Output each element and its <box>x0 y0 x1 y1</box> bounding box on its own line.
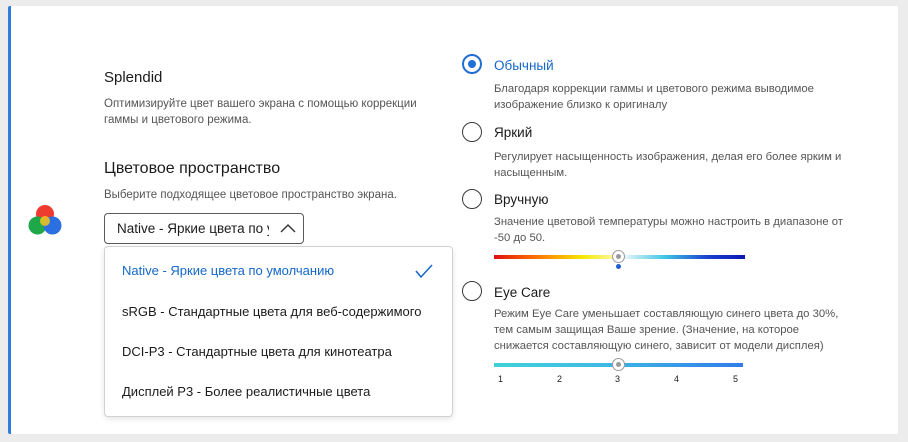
splendid-color-icon <box>28 205 62 235</box>
option-srgb[interactable]: sRGB - Стандартные цвета для веб-содержи… <box>122 304 421 319</box>
chevron-up-icon <box>280 224 296 233</box>
mode-description-normal: Благодаря коррекции гаммы и цветового ре… <box>494 83 814 111</box>
eye-care-tick: 4 <box>674 374 680 384</box>
mode-description-eye-care: Режим Eye Care уменьшает составляющую си… <box>494 308 839 352</box>
eye-care-slider-thumb[interactable] <box>612 358 625 371</box>
checkmark-icon <box>415 264 433 279</box>
eye-care-tick: 3 <box>615 374 621 384</box>
color-space-dropdown[interactable]: Native - Яркие цвета по умолчанию <box>104 213 304 244</box>
eye-care-tick: 2 <box>557 374 563 384</box>
eye-care-tick: 5 <box>733 374 739 384</box>
mode-label-vivid: Яркий <box>494 125 533 140</box>
radio-manual[interactable] <box>462 189 482 209</box>
radio-eye-care[interactable] <box>462 281 482 301</box>
radio-normal[interactable] <box>462 54 482 74</box>
color-space-selected-value: Native - Яркие цвета по умолчанию <box>117 221 269 236</box>
option-display-p3[interactable]: Дисплей P3 - Более реалистичные цвета <box>122 384 370 399</box>
color-space-options-list: Native - Яркие цвета по умолчанию sRGB -… <box>104 246 453 417</box>
color-space-description: Выберите подходящее цветовое пространств… <box>104 189 397 201</box>
splendid-title: Splendid <box>104 69 163 86</box>
option-native[interactable]: Native - Яркие цвета по умолчанию <box>122 263 334 278</box>
color-temperature-slider-thumb[interactable] <box>612 250 625 263</box>
mode-description-manual: Значение цветовой температуры можно наст… <box>494 216 843 244</box>
splendid-description: Оптимизируйте цвет вашего экрана с помощ… <box>104 98 417 126</box>
eye-care-tick: 1 <box>498 374 504 384</box>
mode-label-eye-care: Eye Care <box>494 285 551 300</box>
color-space-title: Цветовое пространство <box>104 160 281 177</box>
mode-description-vivid: Регулирует насыщенность изображения, дел… <box>494 151 842 179</box>
mode-label-normal: Обычный <box>494 58 554 73</box>
mode-label-manual: Вручную <box>494 192 549 207</box>
option-dci-p3[interactable]: DCI-P3 - Стандартные цвета для кинотеатр… <box>122 344 392 359</box>
color-temperature-default-marker <box>616 264 621 269</box>
radio-vivid[interactable] <box>462 122 482 142</box>
